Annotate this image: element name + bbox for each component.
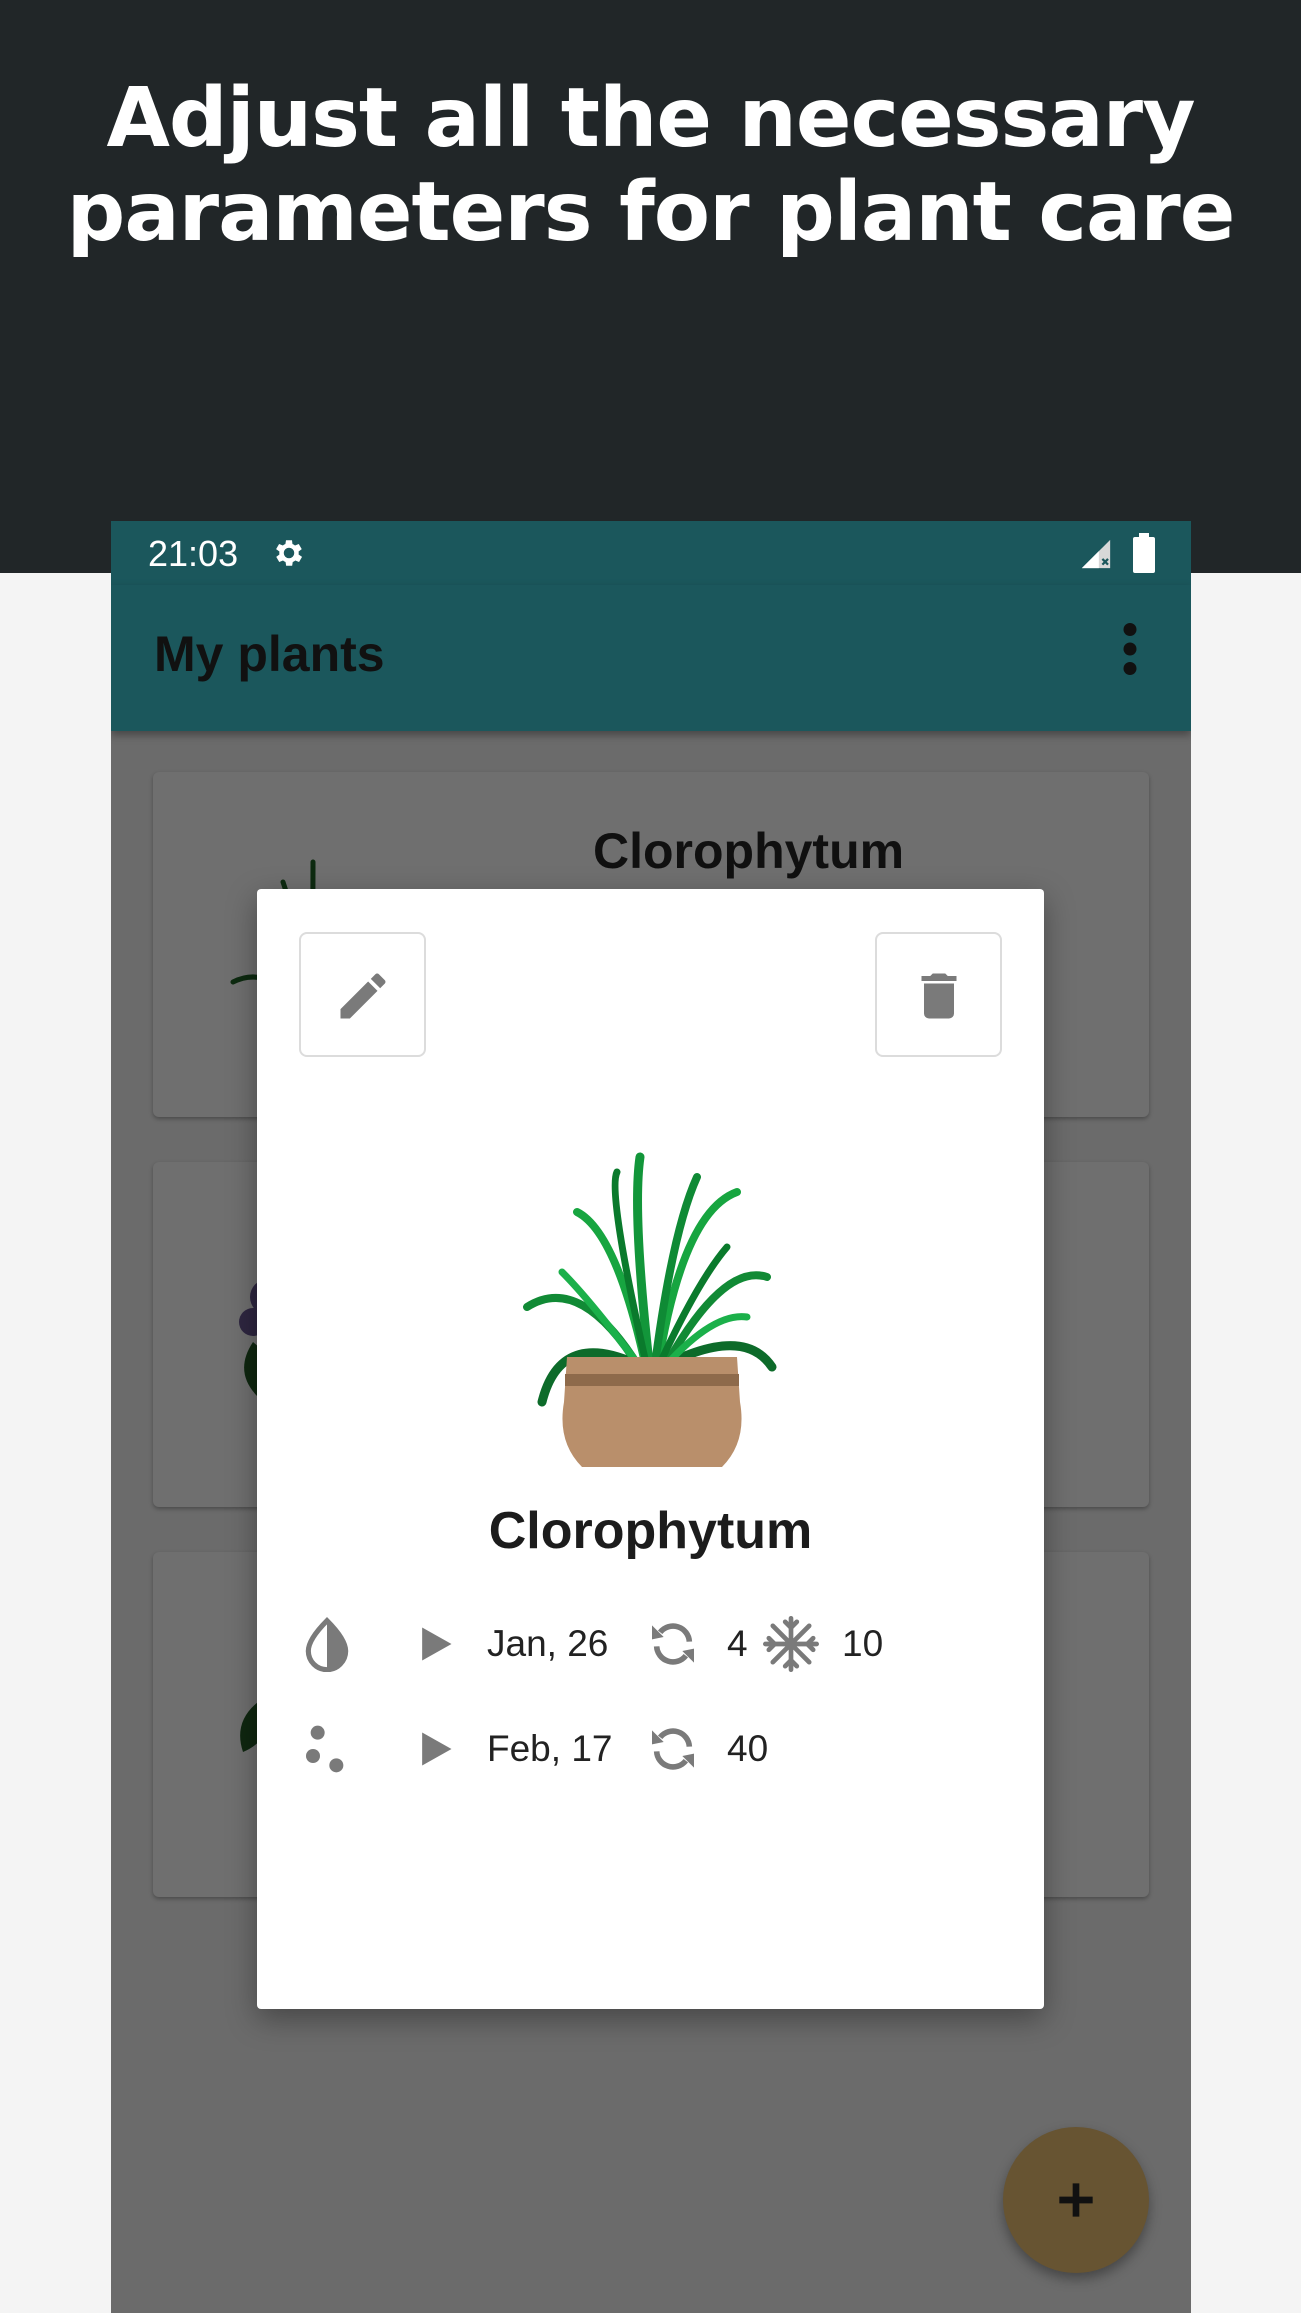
headline-line-2: parameters for plant care bbox=[66, 165, 1236, 260]
repeat-icon bbox=[652, 1728, 694, 1770]
watering-winter-interval: 10 bbox=[842, 1623, 884, 1664]
watering-interval: 4 bbox=[727, 1623, 748, 1664]
plant-details-dialog: Clorophytum Jan, 26 4 10 Feb, 17 40 bbox=[257, 889, 1044, 2009]
water-drop-icon bbox=[305, 1617, 349, 1672]
plant-name: Clorophytum bbox=[488, 1502, 813, 1560]
play-icon bbox=[422, 1732, 452, 1766]
trash-icon bbox=[921, 973, 957, 1019]
snowflake-icon bbox=[763, 1616, 819, 1672]
plant-card-title: Clorophytum bbox=[593, 823, 905, 879]
delete-button[interactable] bbox=[875, 932, 1002, 1057]
status-bar: 21:03 bbox=[111, 521, 1191, 585]
edit-button[interactable] bbox=[299, 932, 426, 1057]
gear-icon bbox=[276, 540, 303, 566]
plus-icon bbox=[1059, 2183, 1093, 2217]
promo-banner: Adjust all the necessary parameters for … bbox=[0, 0, 1301, 573]
app-title: My plants bbox=[154, 626, 385, 682]
status-time: 21:03 bbox=[148, 533, 239, 574]
headline-line-1: Adjust all the necessary bbox=[106, 71, 1195, 166]
add-plant-button[interactable] bbox=[1003, 2127, 1149, 2273]
fertilizer-icon bbox=[306, 1725, 344, 1773]
app-bar: My plants bbox=[111, 585, 1191, 731]
play-icon bbox=[422, 1627, 452, 1661]
repeat-icon bbox=[652, 1623, 694, 1665]
fertilizing-interval: 40 bbox=[727, 1728, 769, 1769]
battery-icon bbox=[1133, 533, 1155, 573]
fertilizing-row: Feb, 17 40 bbox=[257, 1714, 1044, 1784]
clorophytum-illustration bbox=[523, 1152, 777, 1467]
promo-headline: Adjust all the necessary parameters for … bbox=[0, 72, 1301, 260]
fertilizing-next-date: Feb, 17 bbox=[487, 1728, 613, 1769]
more-vert-icon[interactable] bbox=[1121, 623, 1139, 675]
watering-row: Jan, 26 4 10 bbox=[257, 1609, 1044, 1679]
signal-icon bbox=[1081, 539, 1111, 569]
pencil-icon bbox=[340, 973, 386, 1019]
watering-next-date: Jan, 26 bbox=[487, 1623, 609, 1664]
